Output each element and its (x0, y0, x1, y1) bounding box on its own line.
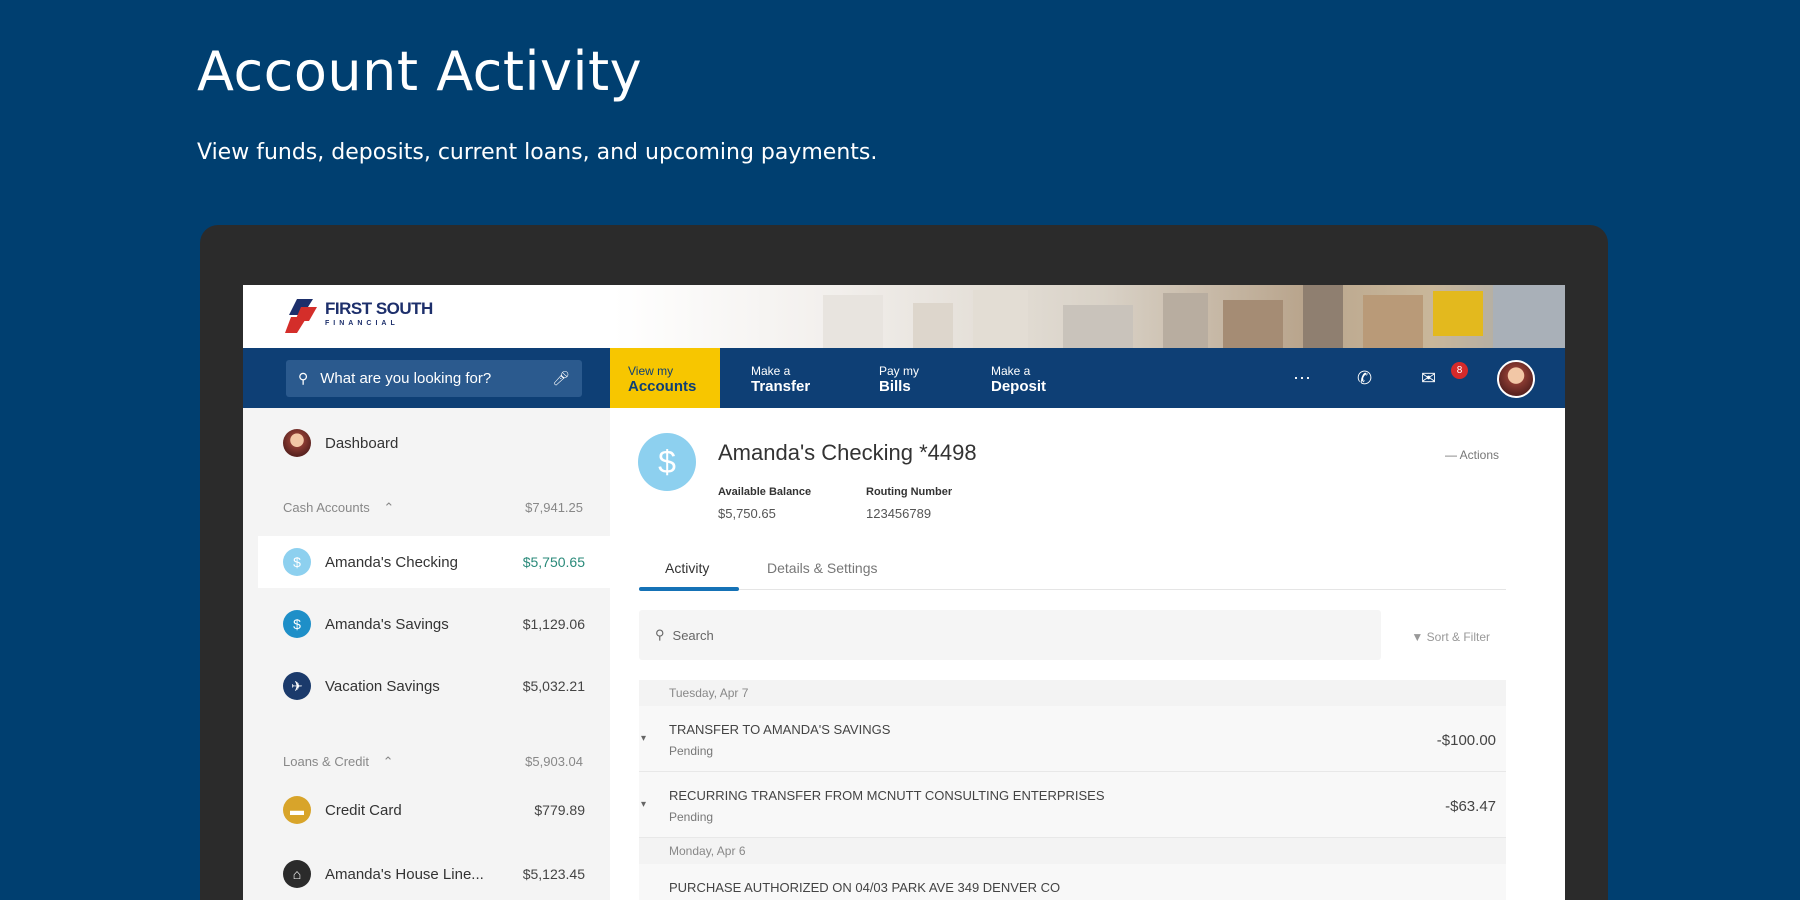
sort-filter-button[interactable]: ▼ Sort & Filter (1411, 630, 1490, 644)
mail-badge: 8 (1451, 362, 1468, 379)
plane-icon: ✈ (283, 672, 311, 700)
loans-credit-group[interactable]: Loans & Credit ⌃ $5,903.04 (283, 754, 583, 770)
house-icon: ⌂ (283, 860, 311, 888)
tab-activity[interactable]: Activity (665, 560, 709, 576)
page-title: Account Activity (197, 40, 643, 103)
brand-bar: FIRST SOUTH FINANCIAL (243, 285, 1565, 348)
avatar (283, 429, 311, 457)
nav-deposit[interactable]: Make a Deposit (991, 348, 1046, 408)
account-detail: $ Amanda's Checking *4498 — Actions Avai… (610, 408, 1565, 900)
main-nav: ⚲ What are you looking for? 🎤︎ View my A… (243, 348, 1565, 408)
user-avatar[interactable] (1497, 360, 1535, 398)
sidebar-item-credit-card[interactable]: ▬ Credit Card $779.89 (243, 790, 610, 830)
phone-icon[interactable]: ✆ (1357, 368, 1372, 389)
nav-transfer[interactable]: Make a Transfer (751, 348, 810, 408)
more-icon[interactable]: ⋯ (1293, 368, 1311, 389)
routing-number-value: 123456789 (866, 506, 932, 521)
actions-button[interactable]: — Actions (1445, 448, 1499, 462)
credit-card-icon: ▬ (283, 796, 311, 824)
sidebar-item-dashboard[interactable]: Dashboard (243, 428, 610, 458)
date-header: Monday, Apr 6 (639, 838, 1506, 864)
search-icon: ⚲ (655, 627, 665, 642)
chevron-down-icon: ▾ (641, 799, 647, 810)
table-row[interactable]: PURCHASE AUTHORIZED ON 04/03 PARK AVE 34… (639, 864, 1506, 900)
tab-details-settings[interactable]: Details & Settings (767, 560, 878, 576)
dollar-icon: $ (283, 610, 311, 638)
sidebar-item-vacation-savings[interactable]: ✈ Vacation Savings $5,032.21 (243, 666, 610, 706)
menu-icon: — (1444, 448, 1457, 462)
mic-icon[interactable]: 🎤︎ (552, 370, 570, 387)
table-row[interactable]: ▾ RECURRING TRANSFER FROM MCNUTT CONSULT… (639, 772, 1506, 838)
account-tabs: Activity Details & Settings (639, 548, 1506, 591)
bank-logo[interactable]: FIRST SOUTH FINANCIAL (283, 297, 433, 335)
page-subtitle: View funds, deposits, current loans, and… (197, 140, 878, 165)
logo-icon (285, 299, 317, 333)
mail-icon[interactable]: ✉ (1421, 368, 1436, 389)
nav-bills[interactable]: Pay my Bills (879, 348, 919, 408)
available-balance-value: $5,750.65 (718, 506, 776, 521)
routing-number-label: Routing Number (866, 486, 953, 498)
search-icon: ⚲ (298, 370, 309, 386)
filter-icon: ▼ (1411, 630, 1424, 644)
active-tab-indicator (639, 587, 739, 591)
table-row[interactable]: ▾ TRANSFER TO AMANDA'S SAVINGS Pending -… (639, 706, 1506, 772)
sidebar-item-savings[interactable]: $ Amanda's Savings $1,129.06 (243, 604, 610, 644)
chevron-up-icon: ⌃ (382, 754, 394, 769)
sidebar-item-checking[interactable]: $ Amanda's Checking $5,750.65 (258, 536, 610, 588)
nav-accounts[interactable]: View my Accounts (610, 348, 720, 408)
chevron-down-icon: ▾ (641, 733, 647, 744)
accounts-sidebar: Dashboard Cash Accounts ⌃ $7,941.25 $ Am… (243, 408, 610, 900)
activity-search-input[interactable]: ⚲ Search (639, 610, 1381, 660)
account-name: Amanda's Checking *4498 (718, 440, 977, 465)
available-balance-label: Available Balance (718, 486, 812, 498)
city-banner (823, 285, 1565, 348)
app-screen: FIRST SOUTH FINANCIAL ⚲ What are you loo… (243, 285, 1565, 900)
dollar-icon: $ (283, 548, 311, 576)
brand-tagline: FINANCIAL (325, 320, 399, 327)
global-search-input[interactable]: ⚲ What are you looking for? 🎤︎ (286, 360, 582, 397)
sidebar-item-house-line[interactable]: ⌂ Amanda's House Line... $5,123.45 (243, 854, 610, 894)
cash-accounts-group[interactable]: Cash Accounts ⌃ $7,941.25 (283, 500, 583, 516)
dollar-icon: $ (638, 433, 696, 491)
chevron-up-icon: ⌃ (383, 500, 395, 515)
transaction-list: Tuesday, Apr 7 ▾ TRANSFER TO AMANDA'S SA… (639, 680, 1506, 900)
date-header: Tuesday, Apr 7 (639, 680, 1506, 706)
tablet-frame: FIRST SOUTH FINANCIAL ⚲ What are you loo… (200, 225, 1608, 900)
search-placeholder: What are you looking for? (320, 370, 492, 387)
